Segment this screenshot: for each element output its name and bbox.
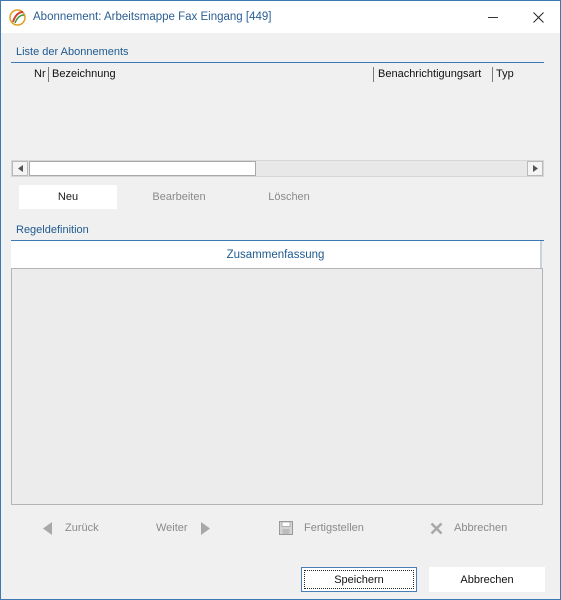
new-subscription-button[interactable]: Neu xyxy=(19,185,117,209)
cross-icon xyxy=(430,522,443,535)
horizontal-scrollbar[interactable] xyxy=(11,160,544,177)
summary-panel xyxy=(11,268,543,505)
edit-subscription-button[interactable]: Bearbeiten xyxy=(130,185,228,209)
scroll-right-button[interactable] xyxy=(527,161,543,176)
column-header-nr[interactable]: Nr xyxy=(34,66,46,83)
rule-definition-section-label: Regeldefinition xyxy=(16,224,89,236)
close-icon xyxy=(532,11,544,23)
abort-button[interactable]: Abbrechen xyxy=(430,517,507,539)
title-bar: Abonnement: Arbeitsmappe Fax Eingang [44… xyxy=(1,1,560,33)
minimize-icon xyxy=(488,16,498,18)
abort-button-label: Abbrechen xyxy=(454,522,508,534)
subscription-dialog: Abonnement: Arbeitsmappe Fax Eingang [44… xyxy=(0,0,561,600)
close-button[interactable] xyxy=(516,1,560,33)
next-button-label: Weiter xyxy=(156,522,188,534)
cancel-button[interactable]: Abbrechen xyxy=(429,567,545,592)
arrow-right-icon xyxy=(200,521,210,535)
subscriptions-list-header: Nr Bezeichnung Benachrichtigungsart Typ xyxy=(11,66,544,83)
column-header-benachrichtigungsart[interactable]: Benachrichtigungsart xyxy=(378,66,481,83)
arrow-right-icon xyxy=(532,165,538,172)
window-title: Abonnement: Arbeitsmappe Fax Eingang [44… xyxy=(33,11,272,23)
column-header-bezeichnung[interactable]: Bezeichnung xyxy=(52,66,116,83)
back-button[interactable]: Zurück xyxy=(43,517,99,539)
next-button[interactable]: Weiter xyxy=(156,517,210,539)
column-header-typ[interactable]: Typ xyxy=(496,66,514,83)
save-disk-icon xyxy=(279,521,293,535)
column-separator[interactable] xyxy=(492,67,493,82)
finish-button-label: Fertigstellen xyxy=(304,522,364,534)
arrow-left-icon xyxy=(43,521,53,535)
arrow-left-icon xyxy=(17,165,23,172)
section-divider xyxy=(11,62,544,63)
scrollbar-thumb[interactable] xyxy=(29,161,256,176)
minimize-button[interactable] xyxy=(471,1,515,33)
delete-subscription-button[interactable]: Löschen xyxy=(240,185,338,209)
back-button-label: Zurück xyxy=(65,522,99,534)
summary-header: Zusammenfassung xyxy=(11,241,542,268)
finish-button[interactable]: Fertigstellen xyxy=(279,517,364,539)
scroll-left-button[interactable] xyxy=(12,161,28,176)
column-separator[interactable] xyxy=(373,67,374,82)
column-separator[interactable] xyxy=(48,67,49,82)
subscriptions-section-label: Liste der Abonnements xyxy=(16,46,129,58)
save-button[interactable]: Speichern xyxy=(301,567,417,592)
app-logo-icon xyxy=(9,9,26,26)
